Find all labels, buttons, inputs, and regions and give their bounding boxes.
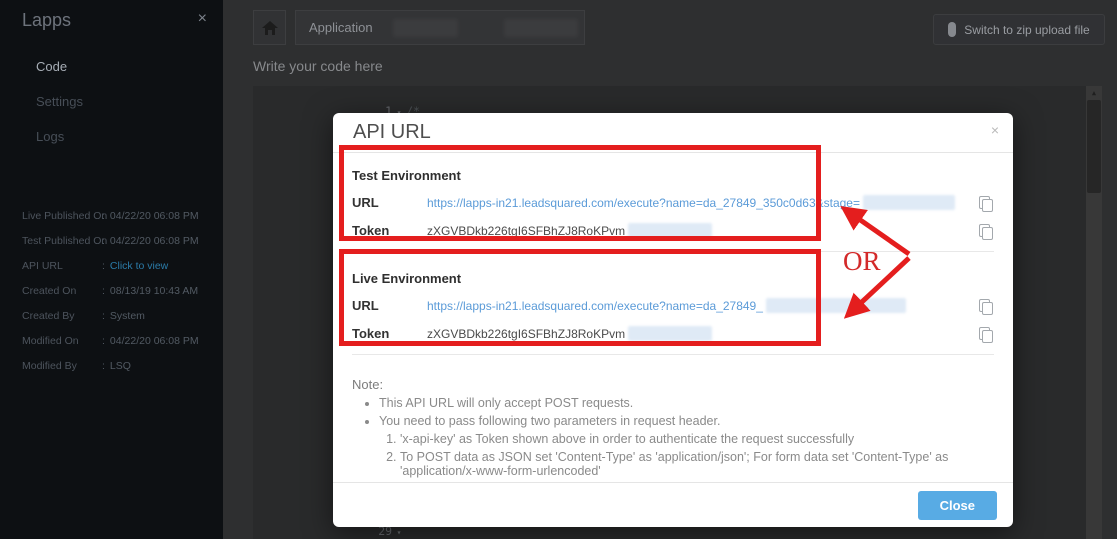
live-url-link[interactable]: https://lapps-in21.leadsquared.com/execu… [427, 299, 763, 313]
copy-icon[interactable] [979, 196, 993, 212]
sidebar-meta-row: Created On:08/13/19 10:43 AM [0, 279, 223, 304]
sidebar-menu-item[interactable]: Code [0, 49, 223, 84]
sidebar-menu: Code Settings Logs [0, 49, 223, 154]
modal-header: API URL × [333, 113, 1013, 153]
meta-colon: : [102, 260, 105, 272]
url-row: URL https://lapps-in21.leadsquared.com/ex… [352, 195, 994, 212]
home-icon [261, 20, 278, 35]
url-label: URL [352, 298, 379, 313]
breadcrumb[interactable]: Application [295, 10, 585, 45]
meta-label: API URL [22, 260, 63, 272]
editor-scrollbar[interactable]: ▲ [1086, 86, 1102, 539]
copy-icon[interactable] [979, 224, 993, 240]
scrollbar-thumb[interactable] [1087, 100, 1101, 193]
sidebar-menu-item-label: Logs [36, 129, 65, 144]
meta-colon: : [102, 285, 105, 297]
copy-icon[interactable] [979, 299, 993, 315]
code-line: ⚠1▾/* [253, 89, 1102, 118]
sidebar-meta-row: Live Published On: 04/22/20 06:08 PM [0, 204, 223, 229]
topbar: Application Switch to zip upload file [223, 0, 1117, 55]
note-bullet-list: This API URL will only accept POST reque… [352, 396, 994, 428]
editor-label: Write your code here [253, 58, 383, 74]
modal-footer: Close [333, 482, 1013, 528]
meta-value: Click to view [109, 260, 169, 272]
redacted-text [863, 195, 955, 211]
sidebar-meta-row: Modified On:04/22/20 06:08 PM [0, 329, 223, 354]
close-button[interactable]: Close [917, 491, 997, 520]
sidebar: Lapps × Code Settings Logs Live Publishe… [0, 0, 223, 539]
meta-label: Modified By [22, 360, 77, 372]
token-label: Token [352, 326, 390, 341]
note-numbered-item: 'x-api-key' as Token shown above in orde… [400, 432, 980, 446]
copy-icon[interactable] [979, 327, 993, 343]
sidebar-menu-item-label: Code [36, 59, 68, 74]
sidebar-metadata: Live Published On: 04/22/20 06:08 PM Test… [0, 204, 223, 379]
meta-value: 08/13/19 10:43 AM [109, 285, 199, 297]
redacted-text [628, 326, 713, 342]
redacted-text [628, 223, 713, 239]
note-section: Note: This API URL will only accept POST… [352, 377, 994, 478]
sidebar-menu-item[interactable]: Settings [0, 84, 223, 119]
live-token-value: zXGVBDkb226tgI6SFBhZJ8RoKPvm [427, 327, 626, 341]
breadcrumb-label: Application [309, 20, 373, 35]
redacted-text [765, 298, 906, 314]
meta-label: Live Published On [22, 210, 108, 222]
meta-value: LSQ [109, 360, 131, 372]
switch-to-zip-upload-label: Switch to zip upload file [964, 22, 1090, 37]
home-button[interactable] [253, 10, 286, 45]
redacted-text [393, 19, 458, 37]
test-environment-section: Test Environment URL https://lapps-in21.l… [352, 155, 994, 240]
sidebar-meta-row: Test Published On: 04/22/20 06:08 PM [0, 229, 223, 254]
test-token-value: zXGVBDkb226tgI6SFBhZJ8RoKPvm [427, 224, 626, 238]
close-icon[interactable]: × [198, 10, 207, 28]
switch-to-zip-upload-button[interactable]: Switch to zip upload file [933, 14, 1105, 45]
meta-label: Created By [22, 310, 75, 322]
modal-body: Test Environment URL https://lapps-in21.l… [333, 153, 1013, 482]
meta-label: Test Published On [22, 235, 108, 247]
meta-colon: : [102, 335, 105, 347]
sidebar-menu-item-label: Settings [36, 94, 83, 109]
section-title: Test Environment [352, 168, 461, 183]
app-window: Lapps × Code Settings Logs Live Publishe… [0, 0, 1117, 539]
sidebar-header: Lapps × [0, 0, 223, 31]
token-label: Token [352, 223, 390, 238]
modal-close-icon[interactable]: × [991, 122, 999, 138]
token-row: Token zXGVBDkb226tgI6SFBhZJ8RoKPvm [352, 223, 994, 240]
sidebar-meta-row: Created By: System [0, 304, 223, 329]
sidebar-meta-row: API URL: Click to view [0, 254, 223, 279]
note-bullet: You need to pass following two parameter… [379, 414, 994, 428]
url-row: URL https://lapps-in21.leadsquared.com/ex… [352, 298, 994, 315]
section-divider [352, 251, 994, 252]
note-numbered-item: To POST data as JSON set 'Content-Type' … [400, 450, 980, 478]
token-row: Token zXGVBDkb226tgI6SFBhZJ8RoKPvm [352, 326, 994, 343]
test-url-link[interactable]: https://lapps-in21.leadsquared.com/execu… [427, 196, 860, 210]
meta-value: 04/22/20 06:08 PM [109, 235, 199, 247]
meta-colon: : [102, 210, 105, 222]
meta-colon: : [102, 310, 105, 322]
note-title: Note: [352, 377, 384, 392]
meta-label: Modified On [22, 335, 79, 347]
meta-value: 04/22/20 06:08 PM [109, 335, 199, 347]
api-url-modal: API URL × Test Environment URL https://la… [333, 113, 1013, 527]
meta-label: Created On [22, 285, 77, 297]
live-environment-section: Live Environment URL https://lapps-in21.l… [352, 258, 994, 343]
note-bullet: This API URL will only accept POST reque… [379, 396, 994, 410]
sidebar-menu-item[interactable]: Logs [0, 119, 223, 154]
meta-colon: : [102, 235, 105, 247]
scroll-up-icon[interactable]: ▲ [1086, 86, 1102, 100]
modal-title: API URL [353, 121, 431, 143]
note-numbered-list: 'x-api-key' as Token shown above in orde… [352, 432, 994, 478]
meta-colon: : [102, 360, 105, 372]
zip-file-icon [948, 22, 957, 37]
sidebar-meta-row: Modified By: LSQ [0, 354, 223, 379]
redacted-text [504, 19, 578, 37]
url-label: URL [352, 195, 379, 210]
section-divider [352, 354, 994, 355]
app-title: Lapps [22, 10, 72, 30]
section-title: Live Environment [352, 271, 462, 286]
meta-value: 04/22/20 06:08 PM [109, 210, 199, 222]
meta-value: System [109, 310, 145, 322]
